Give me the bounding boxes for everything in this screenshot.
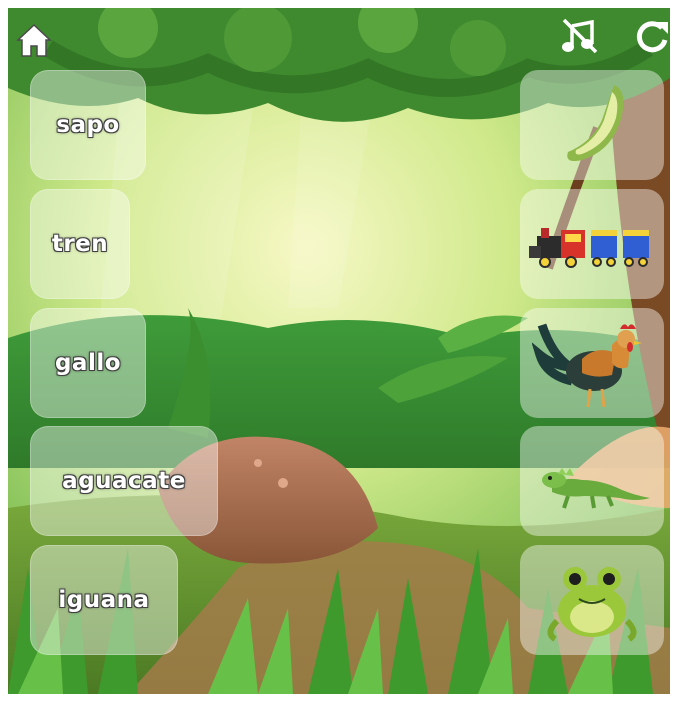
word-card-5[interactable]: iguana [30, 545, 178, 655]
picture-card-rooster[interactable] [520, 308, 664, 418]
home-button[interactable] [14, 20, 54, 60]
iguana-icon [542, 468, 650, 509]
picture-card-frog[interactable] [520, 545, 664, 655]
train-icon [529, 228, 649, 268]
rooster-icon [532, 323, 642, 408]
game-scene: sapo tren gallo aguacate iguana [8, 8, 670, 694]
word-label: tren [51, 231, 109, 257]
word-card-4[interactable]: aguacate [30, 426, 218, 536]
word-label: iguana [58, 587, 150, 613]
word-label: gallo [54, 350, 122, 376]
restart-button[interactable] [632, 16, 670, 56]
word-card-1[interactable]: sapo [30, 70, 146, 180]
picture-card-iguana[interactable] [520, 426, 664, 536]
word-label: sapo [56, 112, 120, 138]
word-label: aguacate [62, 468, 186, 494]
music-toggle-button[interactable] [560, 16, 600, 56]
restart-icon [636, 21, 668, 53]
word-card-3[interactable]: gallo [30, 308, 146, 418]
home-icon [16, 23, 52, 57]
music-off-icon [562, 18, 598, 54]
word-card-2[interactable]: tren [30, 189, 130, 299]
frog-icon [547, 567, 637, 642]
picture-card-train[interactable] [520, 189, 664, 299]
picture-card-avocado[interactable] [520, 70, 664, 180]
avocado-icon [567, 85, 624, 161]
